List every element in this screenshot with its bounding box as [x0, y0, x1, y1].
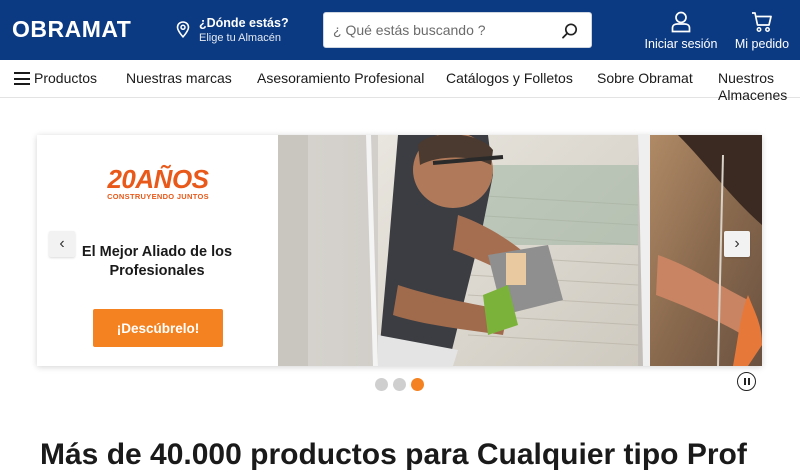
section-heading: Más de 40.000 productos para Cualquier t… [40, 438, 747, 471]
login-button[interactable]: Iniciar sesión [640, 11, 722, 51]
chevron-left-icon: ‹ [59, 235, 65, 252]
login-label: Iniciar sesión [644, 37, 718, 51]
nav-item-asesoramiento[interactable]: Asesoramiento Profesional [257, 70, 424, 87]
anniversary-number: 20 [107, 164, 136, 194]
search-icon[interactable] [561, 22, 579, 40]
carousel-dot-3[interactable] [411, 378, 424, 391]
store-location-selector[interactable]: ¿Dónde estás? Elige tu Almacén [176, 15, 289, 46]
order-label: Mi pedido [734, 37, 790, 51]
location-title: ¿Dónde estás? [199, 16, 289, 30]
carousel-pause-button[interactable] [737, 372, 756, 391]
anniversary-word: AÑOS [135, 164, 209, 194]
chevron-right-icon: › [734, 235, 740, 252]
anniversary-tagline: CONSTRUYENDO JUNTOS [107, 192, 209, 201]
worker-tiling-photo [278, 135, 762, 366]
nav-item-almacenes[interactable]: Nuestros Almacenes [718, 70, 798, 104]
anniversary-badge: 20AÑOS CONSTRUYENDO JUNTOS [105, 166, 211, 201]
top-header: OBRAMAT ¿Dónde estás? Elige tu Almacén I… [0, 0, 800, 60]
carousel-dot-1[interactable] [375, 378, 388, 391]
location-pin-icon [176, 21, 190, 38]
nav-item-productos[interactable]: Productos [34, 70, 97, 87]
obramat-logo[interactable]: OBRAMAT [12, 16, 131, 43]
main-nav: Productos Nuestras marcas Asesoramiento … [0, 60, 800, 103]
carousel-prev-button[interactable]: ‹ [49, 231, 75, 257]
nav-item-sobre-obramat[interactable]: Sobre Obramat [597, 70, 693, 87]
hero-carousel: 20AÑOS CONSTRUYENDO JUNTOS El Mejor Alia… [37, 135, 762, 366]
cart-button[interactable]: Mi pedido [730, 11, 794, 51]
cart-icon [752, 12, 772, 32]
search-input[interactable] [333, 13, 553, 47]
banner-title: El Mejor Aliado de los Profesionales [81, 244, 233, 279]
search-box [323, 12, 592, 48]
user-icon [671, 11, 691, 33]
pause-icon [743, 378, 746, 385]
nav-item-marcas[interactable]: Nuestras marcas [126, 70, 232, 87]
carousel-next-button[interactable]: › [724, 231, 750, 257]
nav-item-catalogos[interactable]: Catálogos y Folletos [446, 70, 573, 87]
carousel-dot-2[interactable] [393, 378, 406, 391]
carousel-dots [375, 378, 424, 391]
menu-icon[interactable] [14, 72, 30, 85]
location-subtitle: Elige tu Almacén [199, 32, 281, 44]
discover-button[interactable]: ¡Descúbrelo! [93, 309, 223, 347]
